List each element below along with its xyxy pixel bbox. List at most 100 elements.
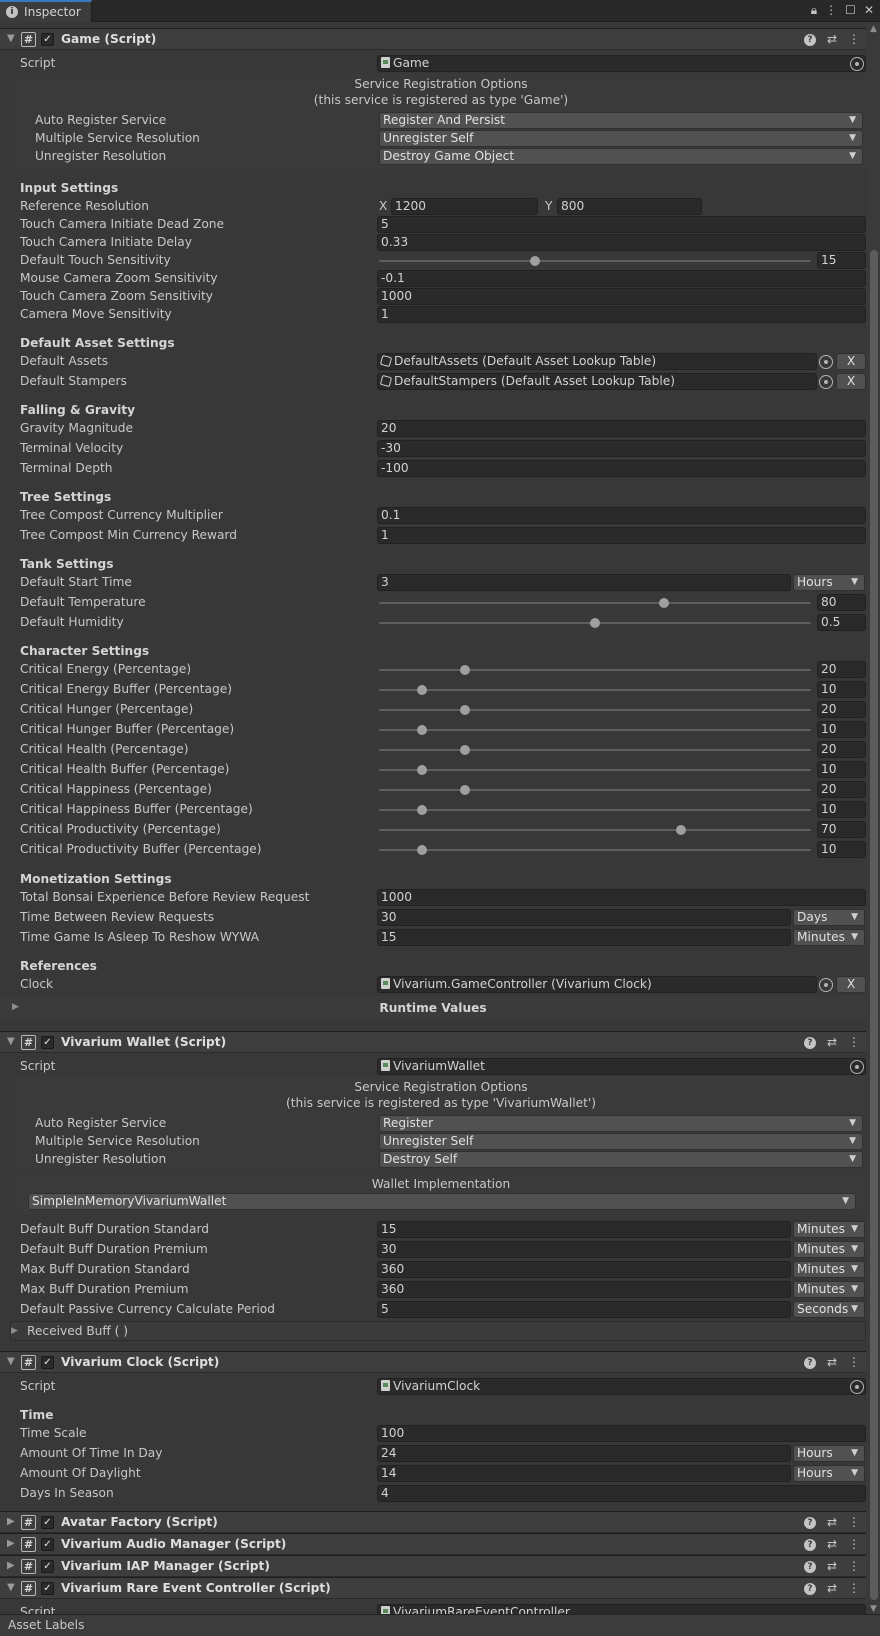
touch-sensitivity-field[interactable]: 15	[817, 252, 866, 269]
inspector-tab[interactable]: i Inspector	[0, 0, 92, 22]
time-scale-field[interactable]: 100	[377, 1425, 866, 1442]
critical-energy-field[interactable]: 20	[817, 661, 866, 678]
tc-delay-field[interactable]: 0.33	[377, 234, 866, 251]
enabled-checkbox[interactable]: ✓	[41, 1582, 54, 1595]
slider-thumb[interactable]	[529, 256, 540, 266]
foldout-collapsed-icon[interactable]: ▶	[7, 1560, 15, 1571]
unregister-resolution-dropdown[interactable]: Destroy Self ▼	[379, 1151, 863, 1168]
context-menu-icon[interactable]: ⋮	[848, 1035, 860, 1049]
critical-energy-buffer-field[interactable]: 10	[817, 681, 866, 698]
help-icon[interactable]: ?	[803, 1357, 816, 1369]
clock-field[interactable]: Vivarium.GameController (Vivarium Clock)	[377, 976, 817, 993]
slider-track[interactable]	[379, 809, 811, 811]
terminal-velocity-field[interactable]: -30	[377, 440, 866, 457]
slider-track[interactable]	[379, 260, 811, 262]
object-picker-icon[interactable]	[819, 978, 833, 992]
default-humidity-field[interactable]: 0.5	[817, 614, 866, 631]
help-icon[interactable]: ?	[803, 1583, 816, 1595]
presets-icon[interactable]: ⇄	[827, 32, 837, 46]
slider-thumb[interactable]	[460, 705, 471, 715]
slider-track[interactable]	[379, 709, 811, 711]
foldout-collapsed-icon[interactable]: ▶	[7, 1516, 15, 1527]
help-icon[interactable]: ?	[803, 1539, 816, 1551]
slider-thumb[interactable]	[417, 845, 428, 855]
context-menu-icon[interactable]: ⋮	[848, 1355, 860, 1369]
buff-standard-unit-dropdown[interactable]: Minutes ▼	[793, 1221, 865, 1238]
script-field[interactable]: VivariumWallet	[377, 1058, 866, 1075]
camera-move-field[interactable]: 1	[377, 306, 866, 323]
more-menu-icon[interactable]: ⋮	[825, 3, 837, 18]
reference-resolution-y[interactable]: 800	[557, 198, 702, 215]
slider-track[interactable]	[379, 602, 811, 604]
presets-icon[interactable]: ⇄	[827, 1581, 837, 1595]
slider-track[interactable]	[379, 789, 811, 791]
context-menu-icon[interactable]: ⋮	[848, 1537, 860, 1551]
passive-currency-unit-dropdown[interactable]: Seconds ▼	[793, 1301, 865, 1318]
critical-health-field[interactable]: 20	[817, 741, 866, 758]
critical-health-buffer-field[interactable]: 10	[817, 761, 866, 778]
scrollbar-thumb[interactable]	[870, 250, 878, 1600]
help-icon[interactable]: ?	[803, 1561, 816, 1573]
slider-track[interactable]	[379, 689, 811, 691]
mouse-zoom-field[interactable]: -0.1	[377, 270, 866, 287]
default-stampers-field[interactable]: DefaultStampers (Default Asset Lookup Ta…	[377, 373, 817, 390]
days-in-season-field[interactable]: 4	[377, 1485, 866, 1502]
component-header-iap-manager[interactable]: ▶ # ✓ Vivarium IAP Manager (Script) ? ⇄ ⋮	[0, 1555, 866, 1577]
runtime-values-foldout[interactable]: ▶ Runtime Values	[0, 996, 866, 1020]
critical-happiness-buffer-field[interactable]: 10	[817, 801, 866, 818]
max-buff-standard-unit-dropdown[interactable]: Minutes ▼	[793, 1261, 865, 1278]
help-icon[interactable]: ?	[803, 1037, 816, 1049]
daylight-unit-dropdown[interactable]: Hours ▼	[793, 1465, 865, 1482]
context-menu-icon[interactable]: ⋮	[848, 32, 860, 46]
terminal-depth-field[interactable]: -100	[377, 460, 866, 477]
enabled-checkbox[interactable]: ✓	[41, 1560, 54, 1573]
critical-productivity-field[interactable]: 70	[817, 821, 866, 838]
gravity-magnitude-field[interactable]: 20	[377, 420, 866, 437]
close-icon[interactable]: ✕	[864, 3, 874, 18]
time-in-day-unit-dropdown[interactable]: Hours ▼	[793, 1445, 865, 1462]
slider-thumb[interactable]	[417, 685, 428, 695]
component-header-avatar-factory[interactable]: ▶ # ✓ Avatar Factory (Script) ? ⇄ ⋮	[0, 1511, 866, 1533]
foldout-collapsed-icon[interactable]: ▶	[7, 1538, 15, 1549]
clear-default-assets-button[interactable]: X	[836, 353, 866, 370]
tc-dead-zone-field[interactable]: 5	[377, 216, 866, 233]
enabled-checkbox[interactable]: ✓	[41, 33, 54, 46]
slider-track[interactable]	[379, 669, 811, 671]
slider-thumb[interactable]	[460, 745, 471, 755]
context-menu-icon[interactable]: ⋮	[848, 1581, 860, 1595]
max-buff-premium-field[interactable]: 360	[377, 1281, 791, 1298]
received-buff-foldout[interactable]: ▶ Received Buff ( )	[10, 1321, 866, 1341]
component-header-wallet[interactable]: ▼ # ✓ Vivarium Wallet (Script) ? ⇄ ⋮	[0, 1031, 866, 1053]
help-icon[interactable]: ?	[803, 34, 816, 46]
tree-min-reward-field[interactable]: 1	[377, 527, 866, 544]
start-time-unit-dropdown[interactable]: Hours ▼	[793, 574, 865, 591]
critical-hunger-field[interactable]: 20	[817, 701, 866, 718]
asleep-wywa-field[interactable]: 15	[377, 929, 791, 946]
buff-standard-field[interactable]: 15	[377, 1221, 791, 1238]
context-menu-icon[interactable]: ⋮	[848, 1559, 860, 1573]
component-header-game[interactable]: ▼ # ✓ Game (Script) ? ⇄ ⋮	[0, 28, 866, 50]
critical-hunger-buffer-field[interactable]: 10	[817, 721, 866, 738]
review-interval-unit-dropdown[interactable]: Days ▼	[793, 909, 865, 926]
asleep-wywa-unit-dropdown[interactable]: Minutes ▼	[793, 929, 865, 946]
foldout-expanded-icon[interactable]: ▼	[7, 1582, 15, 1593]
critical-happiness-field[interactable]: 20	[817, 781, 866, 798]
buff-premium-field[interactable]: 30	[377, 1241, 791, 1258]
presets-icon[interactable]: ⇄	[827, 1035, 837, 1049]
script-field[interactable]: Game	[377, 55, 866, 72]
slider-track[interactable]	[379, 769, 811, 771]
buff-premium-unit-dropdown[interactable]: Minutes ▼	[793, 1241, 865, 1258]
clear-clock-button[interactable]: X	[836, 976, 866, 993]
slider-thumb[interactable]	[590, 618, 600, 628]
default-temperature-field[interactable]: 80	[817, 594, 866, 611]
component-header-rare-event-controller[interactable]: ▼ # ✓ Vivarium Rare Event Controller (Sc…	[0, 1577, 866, 1599]
slider-track[interactable]	[379, 829, 811, 831]
clear-default-stampers-button[interactable]: X	[836, 373, 866, 390]
enabled-checkbox[interactable]: ✓	[41, 1356, 54, 1369]
time-in-day-field[interactable]: 24	[377, 1445, 791, 1462]
presets-icon[interactable]: ⇄	[827, 1515, 837, 1529]
touch-zoom-field[interactable]: 1000	[377, 288, 866, 305]
lock-icon[interactable]: 🔒︎	[811, 3, 817, 18]
slider-thumb[interactable]	[460, 785, 471, 795]
object-picker-icon[interactable]	[850, 57, 864, 71]
